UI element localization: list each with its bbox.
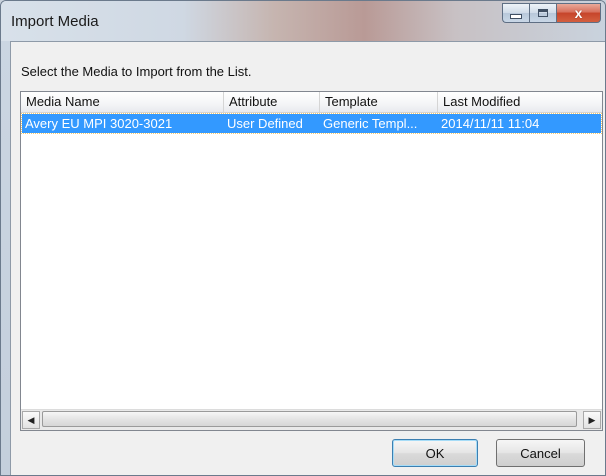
- maximize-icon: [538, 9, 548, 17]
- arrow-left-icon: ◀: [27, 414, 35, 425]
- column-header-attribute[interactable]: Attribute: [224, 92, 320, 112]
- list-header: Media Name Attribute Template Last Modif…: [21, 92, 602, 113]
- window-title: Import Media: [11, 13, 99, 30]
- maximize-button[interactable]: [529, 3, 556, 23]
- close-icon: x: [574, 5, 583, 21]
- import-media-dialog: Import Media x Select the Media to Impor…: [0, 0, 606, 476]
- cell-media-name: Avery EU MPI 3020-3021: [25, 116, 173, 131]
- caption-buttons: x: [502, 3, 601, 25]
- ok-button[interactable]: OK: [392, 439, 478, 467]
- dialog-body: Select the Media to Import from the List…: [10, 41, 605, 475]
- column-header-template[interactable]: Template: [320, 92, 438, 112]
- scroll-left-button[interactable]: ◀: [22, 411, 40, 429]
- cell-attribute: User Defined: [227, 116, 303, 131]
- title-bar[interactable]: Import Media x: [1, 1, 605, 41]
- scroll-right-button[interactable]: ▶: [583, 411, 601, 429]
- minimize-icon: [510, 13, 522, 19]
- scroll-thumb[interactable]: [42, 411, 577, 427]
- column-header-last-modified[interactable]: Last Modified: [438, 92, 602, 112]
- scroll-track[interactable]: [41, 410, 582, 430]
- instruction-label: Select the Media to Import from the List…: [21, 64, 252, 79]
- arrow-right-icon: ▶: [588, 414, 596, 425]
- column-header-media-name[interactable]: Media Name: [21, 92, 224, 112]
- horizontal-scrollbar[interactable]: ◀ ▶: [21, 409, 602, 430]
- cell-last-modified: 2014/11/11 11:04: [441, 116, 540, 131]
- list-row-selected[interactable]: Avery EU MPI 3020-3021 User Defined Gene…: [21, 113, 602, 134]
- close-button[interactable]: x: [556, 3, 601, 23]
- minimize-button[interactable]: [502, 3, 529, 23]
- cancel-button[interactable]: Cancel: [496, 439, 585, 467]
- media-list[interactable]: Media Name Attribute Template Last Modif…: [20, 91, 603, 431]
- cell-template: Generic Templ...: [323, 116, 418, 131]
